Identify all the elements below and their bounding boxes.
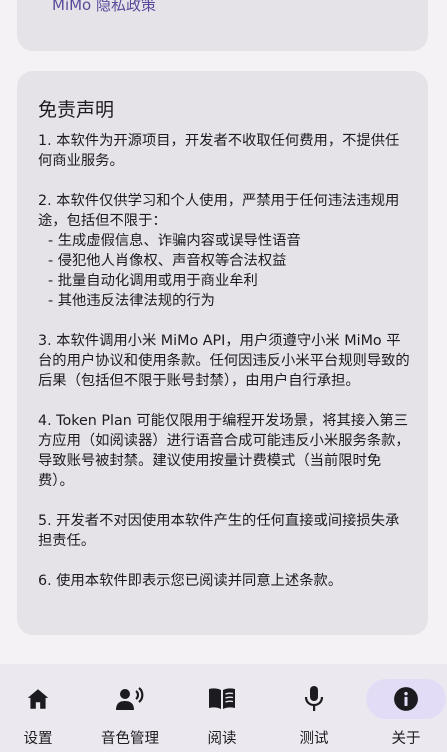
- disclaimer-paragraph-2: 2. 本软件仅供学习和个人使用，严禁用于任何违法违规用途，包括但不限于： - 生…: [38, 191, 412, 311]
- voice-person-icon: [102, 679, 158, 719]
- nav-item-read[interactable]: 阅读: [176, 664, 268, 752]
- disclaimer-paragraph-5: 5. 开发者不对因使用本软件产生的任何直接或间接损失承担责任。: [38, 513, 400, 549]
- info-icon: [366, 679, 446, 719]
- disclaimer-list-item: - 生成虚假信息、诈骗内容或误导性语音: [48, 233, 301, 249]
- disclaimer-paragraph-6: 6. 使用本软件即表示您已阅读并同意上述条款。: [38, 573, 343, 589]
- disclaimer-paragraph-4: 4. Token Plan 可能仅限用于编程开发场景，将其接入第三方应用（如阅读…: [38, 413, 410, 489]
- privacy-policy-link[interactable]: MiMo 隐私政策: [52, 0, 156, 15]
- nav-label-voice-management: 音色管理: [101, 731, 159, 747]
- disclaimer-card: 免责声明 1. 本软件为开源项目，开发者不收取任何费用，不提供任何商业服务。 2…: [17, 71, 428, 635]
- nav-item-voice-management[interactable]: 音色管理: [84, 664, 176, 752]
- disclaimer-paragraph-3: 3. 本软件调用小米 MiMo API，用户须遵守小米 MiMo 平台的用户协议…: [38, 333, 410, 389]
- nav-label-settings: 设置: [23, 731, 53, 747]
- nav-label-read: 阅读: [207, 731, 237, 747]
- disclaimer-list-item: - 侵犯他人肖像权、声音权等合法权益: [48, 253, 287, 269]
- disclaimer-body: 1. 本软件为开源项目，开发者不收取任何费用，不提供任何商业服务。 2. 本软件…: [38, 131, 412, 591]
- nav-item-test[interactable]: 测试: [268, 664, 360, 752]
- nav-item-settings[interactable]: 设置: [0, 664, 84, 752]
- nav-label-test: 测试: [299, 731, 329, 747]
- bottom-navigation: 设置 音色管理 阅读 测试 关于: [0, 664, 447, 752]
- book-icon: [194, 679, 250, 719]
- nav-item-about[interactable]: 关于: [360, 664, 447, 752]
- nav-label-about: 关于: [391, 731, 421, 747]
- privacy-card: MiMo 隐私政策: [17, 0, 428, 51]
- disclaimer-paragraph-1: 1. 本软件为开源项目，开发者不收取任何费用，不提供任何商业服务。: [38, 133, 400, 169]
- home-icon: [10, 679, 66, 719]
- disclaimer-title: 免责声明: [38, 99, 115, 121]
- disclaimer-list-item: - 批量自动化调用或用于商业牟利: [48, 273, 258, 289]
- disclaimer-paragraph-2-intro: 2. 本软件仅供学习和个人使用，严禁用于任何违法违规用途，包括但不限于：: [38, 193, 400, 229]
- mic-icon: [286, 679, 342, 719]
- disclaimer-list-item: - 其他违反法律法规的行为: [48, 293, 215, 309]
